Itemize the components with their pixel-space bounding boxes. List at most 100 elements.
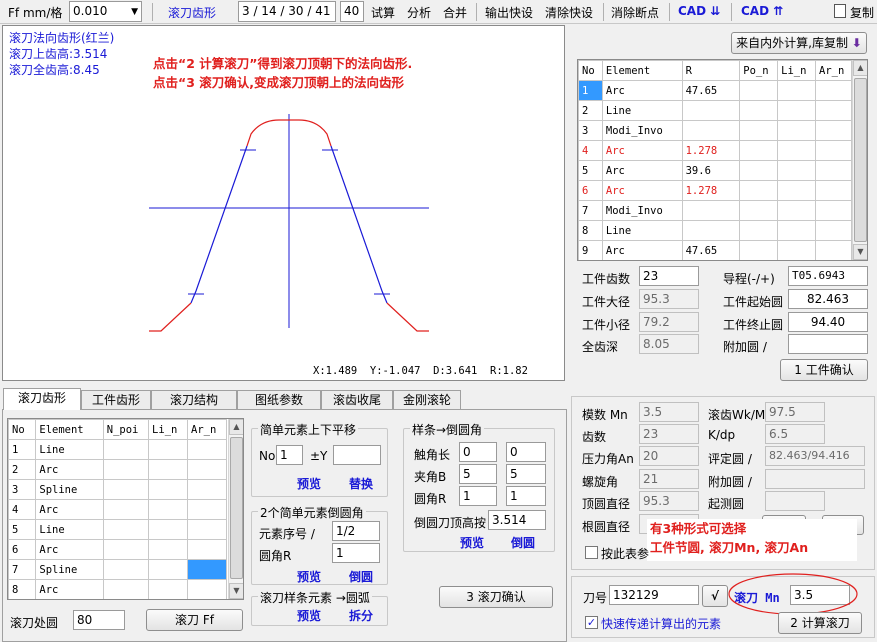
table-row[interactable]: 6 Arc	[8, 539, 227, 560]
copy-button[interactable]: 复制	[850, 4, 874, 21]
table-row[interactable]: 9 Arc 47.65	[578, 240, 852, 260]
table-row[interactable]: 2 Arc	[8, 459, 227, 480]
check-button[interactable]: √	[702, 585, 728, 607]
cad-down-button[interactable]: CAD ⇊	[678, 4, 720, 18]
module-input[interactable]: 3.5	[639, 402, 699, 422]
eval-circle-input[interactable]: 82.463/94.416	[765, 446, 865, 466]
angle-a-input[interactable]: 5	[459, 464, 497, 484]
tip-diameter-input[interactable]: 95.3	[639, 491, 699, 511]
tab-workpiece-profile[interactable]: 工件齿形	[81, 390, 151, 409]
table-row[interactable]: 2 Line	[578, 100, 852, 121]
hob-circle-input[interactable]: 80	[73, 610, 125, 630]
shift-preview-button[interactable]: 预览	[297, 475, 321, 492]
scrollbar[interactable]: ▲ ▼	[228, 419, 243, 599]
teeth-input[interactable]: 23	[639, 266, 699, 286]
tip-height-input[interactable]: 3.514	[488, 510, 546, 530]
param-teeth-input[interactable]: 23	[639, 424, 699, 444]
spline-arc-split-button[interactable]: 拆分	[349, 607, 373, 624]
scroll-up-icon[interactable]: ▲	[229, 419, 243, 435]
profile-canvas[interactable]: 滚刀法向齿形(红兰) 滚刀上齿高:3.514 滚刀全齿高:8.45 点击“2 计…	[2, 25, 565, 381]
export-quick-button[interactable]: 输出快设	[485, 4, 533, 21]
id-input[interactable]: 79.2	[639, 312, 699, 332]
scroll-thumb[interactable]	[230, 437, 243, 579]
fillet-preview-button[interactable]: 预览	[297, 568, 321, 585]
clear-breakpoints-button[interactable]: 消除断点	[611, 4, 659, 21]
table-row[interactable]: 8 Line	[578, 220, 852, 241]
shift-no-input[interactable]: 1	[276, 445, 303, 465]
scrollbar[interactable]: ▲ ▼	[852, 60, 867, 260]
od-input[interactable]: 95.3	[639, 289, 699, 309]
tab-hobbing-finish[interactable]: 滚齿收尾	[321, 390, 393, 409]
table-row[interactable]: 6 Arc 1.278	[578, 180, 852, 201]
cell-no: 4	[578, 140, 603, 161]
spline-arc-preview-button[interactable]: 预览	[297, 607, 321, 624]
shift-replace-button[interactable]: 替换	[349, 475, 373, 492]
spline-round-apply-button[interactable]: 倒圆	[511, 534, 535, 551]
cell-r	[681, 100, 741, 121]
count-input[interactable]: 40	[340, 1, 364, 22]
table-row[interactable]: 1 Line	[8, 439, 227, 460]
tab-hob-profile[interactable]: 滚刀齿形	[3, 388, 81, 410]
merge-button[interactable]: 合并	[443, 4, 467, 21]
workpiece-confirm-button[interactable]: 1 工件确认	[780, 359, 868, 381]
corner-r-a-input[interactable]: 1	[459, 486, 497, 506]
ratio-input[interactable]: 3 / 14 / 30 / 41	[238, 1, 336, 22]
hob-confirm-button[interactable]: 3 滚刀确认	[439, 586, 553, 608]
trial-button[interactable]: 试算	[371, 4, 395, 21]
end-circle-input[interactable]: 94.40	[788, 312, 868, 332]
hob-profile-button[interactable]: 滚刀齿形	[168, 4, 216, 21]
touch-length-a-input[interactable]: 0	[459, 442, 497, 462]
pressure-angle-input[interactable]: 20	[639, 446, 699, 466]
fillet-group-title: 2个简单元素倒圆角	[258, 504, 366, 521]
tool-no-input[interactable]: 132129	[609, 585, 699, 605]
table-row[interactable]: 7 Spline	[8, 559, 227, 580]
cell-ar-n	[815, 100, 852, 121]
extra-circle-input[interactable]	[788, 334, 868, 354]
scroll-down-icon[interactable]: ▼	[229, 583, 243, 599]
profile-element-rows: 1 Arc 47.65 2 Line 3 Modi_Invo 4 Arc 1.278 5 Arc 39.…	[578, 80, 852, 260]
table-row[interactable]: 8 Arc	[8, 579, 227, 599]
fillet-seq-input[interactable]: 1/2	[332, 521, 380, 541]
corner-r-b-input[interactable]: 1	[506, 486, 546, 506]
helix-angle-input[interactable]: 21	[639, 469, 699, 489]
table-row[interactable]: 7 Modi_Invo	[578, 200, 852, 221]
scroll-thumb[interactable]	[854, 78, 867, 242]
table-row[interactable]: 5 Line	[8, 519, 227, 540]
param-extra-input[interactable]	[765, 469, 865, 489]
by-table-checkbox[interactable]	[585, 546, 598, 559]
start-circle-input[interactable]: 82.463	[788, 289, 868, 309]
clear-quick-button[interactable]: 清除快设	[545, 4, 593, 21]
table-row[interactable]: 3 Spline	[8, 479, 227, 500]
touch-length-b-input[interactable]: 0	[506, 442, 546, 462]
fillet-r-input[interactable]: 1	[332, 543, 380, 563]
ff-select[interactable]: 0.010 ▼	[69, 1, 142, 22]
cad-up-button[interactable]: CAD ⇈	[741, 4, 783, 18]
table-row[interactable]: 3 Modi_Invo	[578, 120, 852, 141]
shift-y-input[interactable]	[333, 445, 381, 465]
tab-drawing-params[interactable]: 图纸参数	[237, 390, 321, 409]
lead-input[interactable]: T05.6943	[788, 266, 868, 286]
angle-b-input[interactable]: 5	[506, 464, 546, 484]
fast-pass-checkbox[interactable]: ✓	[585, 616, 598, 629]
tab-hob-structure[interactable]: 滚刀结构	[151, 390, 237, 409]
tab-diamond-roller[interactable]: 金刚滚轮	[393, 390, 461, 409]
measure-start-input[interactable]	[765, 491, 825, 511]
external-copy-button[interactable]: 来自内外计算,库复制 ⬇	[731, 32, 867, 54]
fillet-apply-button[interactable]: 倒圆	[349, 568, 373, 585]
spline-round-preview-button[interactable]: 预览	[460, 534, 484, 551]
cell-no: 5	[578, 160, 603, 181]
scroll-up-icon[interactable]: ▲	[853, 60, 867, 76]
table-row[interactable]: 4 Arc 1.278	[578, 140, 852, 161]
table-row[interactable]: 5 Arc 39.6	[578, 160, 852, 181]
table-row[interactable]: 1 Arc 47.65	[578, 80, 852, 101]
analyze-button[interactable]: 分析	[407, 4, 431, 21]
hob-ff-button[interactable]: 滚刀 Ff	[146, 609, 243, 631]
kdp-input[interactable]: 6.5	[765, 424, 825, 444]
scroll-down-icon[interactable]: ▼	[853, 244, 867, 260]
table-row[interactable]: 4 Arc	[8, 499, 227, 520]
profile-left-red	[149, 302, 192, 332]
profile-left-flank	[190, 145, 248, 304]
hob-wk-input[interactable]: 97.5	[765, 402, 825, 422]
calculate-hob-button[interactable]: 2 计算滚刀	[778, 612, 862, 634]
depth-input[interactable]: 8.05	[639, 334, 699, 354]
